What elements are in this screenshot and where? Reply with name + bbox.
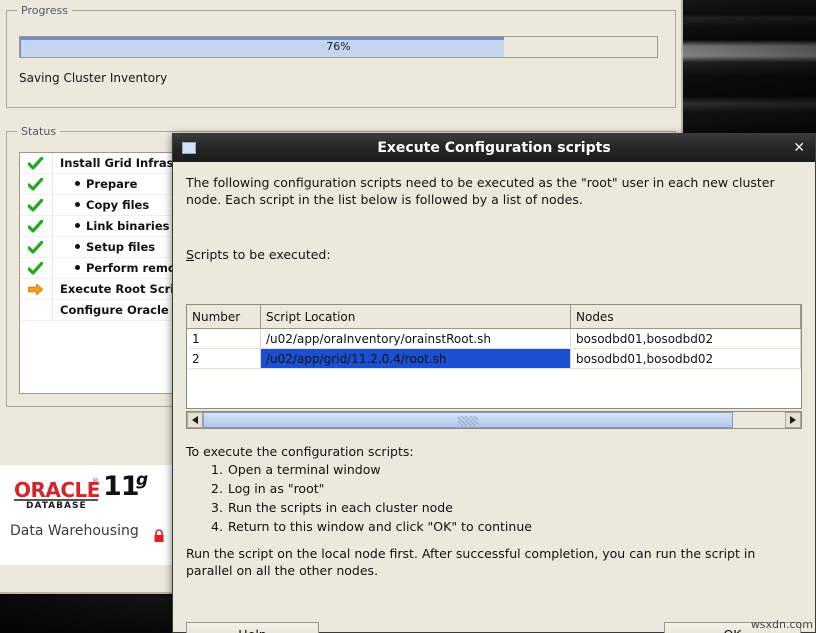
- dialog-titlebar[interactable]: Execute Configuration scripts ✕: [173, 134, 815, 162]
- table-row[interactable]: 1/u02/app/oraInventory/orainstRoot.sh bos…: [187, 328, 801, 349]
- bullet-icon: [75, 223, 80, 228]
- status-icon-cell: [20, 300, 53, 320]
- oracle-branding-panel: ORACLE ® DATABASE 11 g Data Warehousing: [0, 465, 175, 565]
- cell-number[interactable]: 2: [187, 348, 261, 369]
- status-icon-cell: [20, 216, 53, 236]
- arrow-right-icon: [28, 284, 43, 295]
- status-row-label: Copy files: [53, 198, 149, 212]
- step-number: 4.: [211, 519, 223, 534]
- progress-group-title: Progress: [17, 4, 72, 17]
- execute-instructions-label: To execute the configuration scripts:: [186, 444, 414, 459]
- bullet-icon: [75, 181, 80, 186]
- check-icon: [28, 220, 43, 233]
- help-button[interactable]: Help: [186, 622, 319, 633]
- status-row-label: Setup files: [53, 240, 155, 254]
- status-icon-cell: [20, 153, 53, 173]
- scroll-right-arrow-icon[interactable]: [785, 412, 801, 428]
- cell-nodes[interactable]: bosodbd01,bosodbd02: [570, 328, 801, 349]
- check-icon: [28, 157, 43, 170]
- execute-configuration-scripts-dialog: Execute Configuration scripts ✕ The foll…: [172, 133, 816, 633]
- scripts-label-mnemonic: S: [186, 247, 194, 262]
- step-text: Return to this window and click "OK" to …: [228, 519, 532, 534]
- step-text: Log in as "root": [228, 481, 325, 496]
- status-icon-cell: [20, 195, 53, 215]
- check-icon: [28, 199, 43, 212]
- progress-bar: 76%: [19, 36, 658, 58]
- scripts-table-grid: Number Script Location Nodes 1/u02/app/o…: [187, 305, 801, 369]
- dialog-footer-note: Run the script on the local node first. …: [186, 546, 756, 578]
- scrollbar-track[interactable]: [203, 412, 785, 428]
- table-row[interactable]: 2/u02/app/grid/11.2.0.4/root.sh bosodbd01…: [187, 348, 801, 369]
- scripts-label-rest: cripts to be executed:: [193, 247, 331, 262]
- instruction-step: 4. Return to this window and click "OK" t…: [211, 517, 532, 536]
- step-number: 1.: [211, 462, 223, 477]
- status-icon-cell: [20, 279, 53, 299]
- oracle-version-suffix: g: [136, 470, 149, 490]
- scrollbar-thumb[interactable]: [203, 412, 733, 428]
- close-icon[interactable]: ✕: [793, 141, 805, 155]
- oracle-tagline: Data Warehousing: [10, 523, 139, 539]
- dialog-intro-text: The following configuration scripts need…: [186, 175, 775, 207]
- status-icon-cell: [20, 237, 53, 257]
- instruction-steps-list: 1. Open a terminal window 2. Log in as "roo…: [211, 460, 532, 536]
- bullet-icon: [75, 244, 80, 249]
- step-number: 2.: [211, 481, 223, 496]
- instruction-step: 3. Run the scripts in each cluster node: [211, 498, 532, 517]
- check-icon: [28, 262, 43, 275]
- dialog-title: Execute Configuration scripts: [377, 140, 611, 156]
- dialog-body: The following configuration scripts need…: [173, 162, 815, 633]
- scroll-left-arrow-icon[interactable]: [187, 412, 203, 428]
- bullet-icon: [75, 265, 80, 270]
- registered-trademark-icon: ®: [92, 477, 99, 485]
- progress-group: Progress 76% Saving Cluster Inventory: [6, 4, 676, 108]
- scripts-to-be-executed-label: Scripts to be executed:: [186, 246, 331, 263]
- oracle-version-number: 11: [103, 471, 140, 502]
- status-icon-cell: [20, 174, 53, 194]
- cell-script-location[interactable]: /u02/app/grid/11.2.0.4/root.sh: [260, 348, 571, 369]
- triangle-left-icon: [191, 416, 198, 424]
- padlock-icon: [154, 529, 164, 542]
- step-text: Run the scripts in each cluster node: [228, 500, 453, 515]
- column-header-nodes[interactable]: Nodes: [570, 305, 801, 329]
- progress-percent-label: 76%: [326, 40, 351, 53]
- oracle-database-label: DATABASE: [26, 501, 87, 511]
- help-button-mnemonic: H: [238, 627, 247, 633]
- cell-nodes[interactable]: bosodbd01,bosodbd02: [570, 348, 801, 369]
- scrollbar-grip-icon: [457, 416, 478, 426]
- step-text: Open a terminal window: [228, 462, 381, 477]
- status-row-label: Link binaries: [53, 219, 170, 233]
- table-body: 1/u02/app/oraInventory/orainstRoot.sh bos…: [187, 328, 801, 369]
- screen: Progress 76% Saving Cluster Inventory St…: [0, 0, 816, 633]
- instruction-step: 1. Open a terminal window: [211, 460, 532, 479]
- step-number: 3.: [211, 500, 223, 515]
- cell-script-location[interactable]: /u02/app/oraInventory/orainstRoot.sh: [260, 328, 571, 349]
- instruction-step: 2. Log in as "root": [211, 479, 532, 498]
- watermark: wsxdn.com: [750, 618, 813, 631]
- progress-status-message: Saving Cluster Inventory: [19, 71, 168, 85]
- status-icon-cell: [20, 258, 53, 278]
- status-row-label: Prepare: [53, 177, 137, 191]
- table-header-row: Number Script Location Nodes: [187, 305, 801, 329]
- status-group-title: Status: [17, 125, 61, 138]
- check-icon: [28, 241, 43, 254]
- scripts-table[interactable]: Number Script Location Nodes 1/u02/app/o…: [186, 304, 802, 409]
- column-header-script-location[interactable]: Script Location: [260, 305, 571, 329]
- table-horizontal-scrollbar[interactable]: [186, 411, 802, 429]
- ok-button-label: OK: [723, 627, 741, 633]
- bullet-icon: [75, 202, 80, 207]
- column-header-number[interactable]: Number: [187, 305, 261, 329]
- cell-number[interactable]: 1: [187, 328, 261, 349]
- help-button-label-rest: elp: [248, 627, 267, 633]
- check-icon: [28, 178, 43, 191]
- triangle-right-icon: [789, 416, 796, 424]
